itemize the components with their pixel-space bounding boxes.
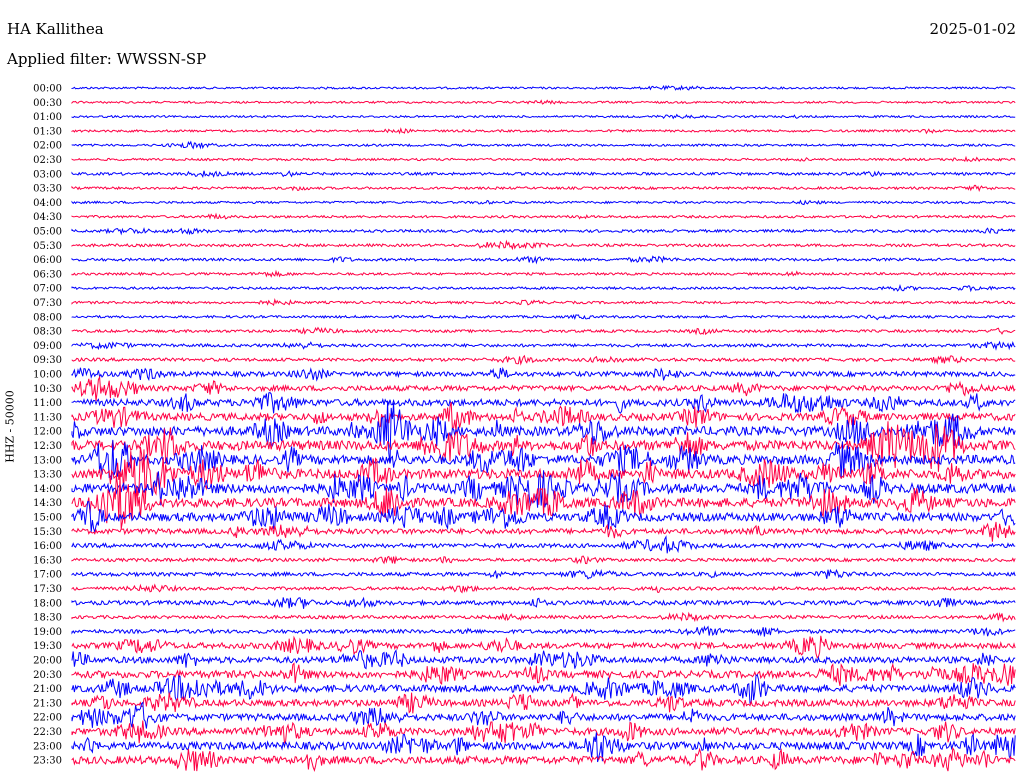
trace-line [71, 583, 1016, 594]
tick-label: 22:30 [33, 727, 62, 738]
tick-label: 15:00 [33, 513, 62, 524]
trace-line [71, 625, 1016, 637]
tick-label: 06:00 [33, 255, 62, 266]
trace-line [71, 298, 1016, 307]
trace-line [71, 720, 1016, 744]
tick-label: 21:00 [33, 684, 62, 695]
trace-line [71, 184, 1016, 192]
tick-label: 09:00 [33, 341, 62, 352]
tick-label: 20:30 [33, 670, 62, 681]
tick-label: 03:00 [33, 169, 62, 180]
tick-label: 08:30 [33, 327, 62, 338]
trace-line [71, 99, 1016, 105]
trace-line [71, 269, 1016, 278]
seismogram-plot: 00:00 00:30 01:00 01:30 02:00 02:30 03:00 03:30… [33, 84, 1016, 773]
tick-label: 18:30 [33, 613, 62, 624]
trace-line [71, 212, 1016, 220]
tick-label: 00:00 [33, 84, 62, 95]
trace-line [71, 366, 1016, 382]
tick-label: 20:00 [33, 656, 62, 667]
tick-label: 11:00 [33, 398, 62, 409]
trace-line [71, 113, 1016, 120]
tick-label: 13:30 [33, 470, 62, 481]
trace-line [71, 421, 1016, 472]
tick-label: 16:00 [33, 541, 62, 552]
tick-label: 07:30 [33, 298, 62, 309]
tick-label: 18:00 [33, 598, 62, 609]
trace-line [71, 692, 1016, 714]
tick-label: 02:00 [33, 141, 62, 152]
trace-line [71, 611, 1016, 623]
tick-label: 08:00 [33, 312, 62, 323]
trace-line [71, 555, 1016, 565]
tick-label: 12:00 [33, 427, 62, 438]
tick-label: 23:30 [33, 756, 62, 767]
trace-line [71, 227, 1016, 236]
trace-line [71, 170, 1016, 178]
trace-line [71, 239, 1016, 251]
trace-line [71, 535, 1016, 554]
trace-line [71, 596, 1016, 609]
trace-line [71, 326, 1016, 336]
tick-label: 19:00 [33, 627, 62, 638]
tick-label: 15:30 [33, 527, 62, 538]
trace-line [71, 284, 1016, 293]
tick-labels: 00:00 00:30 01:00 01:30 02:00 02:30 03:00 03:30… [33, 84, 62, 767]
tick-label: 14:30 [33, 498, 62, 509]
traces [71, 84, 1016, 773]
trace-line [71, 155, 1016, 163]
tick-label: 22:00 [33, 713, 62, 724]
tick-label: 14:00 [33, 484, 62, 495]
tick-label: 01:00 [33, 112, 62, 123]
tick-label: 12:30 [33, 441, 62, 452]
tick-label: 05:30 [33, 241, 62, 252]
tick-label: 03:30 [33, 184, 62, 195]
tick-label: 01:30 [33, 126, 62, 137]
tick-label: 02:30 [33, 155, 62, 166]
trace-line [71, 314, 1016, 321]
trace-line [71, 521, 1016, 542]
tick-label: 10:30 [33, 384, 62, 395]
trace-line [71, 199, 1016, 206]
tick-label: 23:00 [33, 741, 62, 752]
tick-label: 17:30 [33, 584, 62, 595]
trace-line [71, 255, 1016, 265]
trace-line [71, 746, 1016, 773]
trace-line [71, 649, 1016, 670]
tick-label: 07:00 [33, 284, 62, 295]
tick-label: 04:00 [33, 198, 62, 209]
tick-label: 16:30 [33, 555, 62, 566]
trace-line [71, 340, 1016, 351]
tick-label: 04:30 [33, 212, 62, 223]
trace-line [71, 354, 1016, 366]
trace-line [71, 635, 1016, 659]
tick-label: 05:00 [33, 227, 62, 238]
trace-line [71, 127, 1016, 135]
tick-label: 10:00 [33, 370, 62, 381]
trace-line [71, 84, 1016, 91]
trace-line [71, 401, 1016, 432]
tick-label: 11:30 [33, 412, 62, 423]
tick-label: 09:30 [33, 355, 62, 366]
tick-label: 17:00 [33, 570, 62, 581]
tick-label: 06:30 [33, 269, 62, 280]
tick-label: 13:00 [33, 455, 62, 466]
trace-line [71, 662, 1016, 687]
tick-label: 00:30 [33, 98, 62, 109]
tick-label: 21:30 [33, 698, 62, 709]
trace-line [71, 568, 1016, 580]
trace-line [71, 140, 1016, 150]
tick-label: 19:30 [33, 641, 62, 652]
